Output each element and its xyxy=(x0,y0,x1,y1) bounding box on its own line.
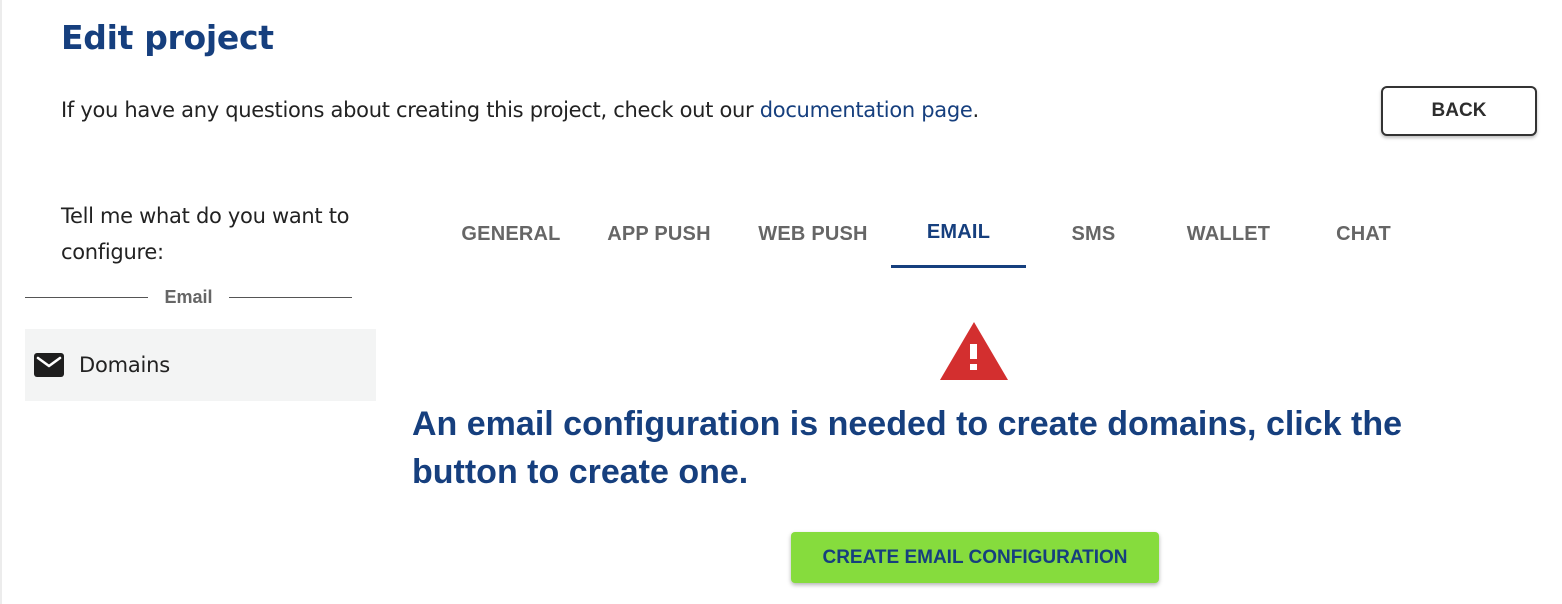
tab-chat[interactable]: CHAT xyxy=(1296,200,1431,268)
page-title: Edit project xyxy=(61,18,274,57)
sidebar-section-label: Email xyxy=(164,286,213,307)
warning-icon xyxy=(938,320,1010,382)
tab-sms[interactable]: SMS xyxy=(1026,200,1161,268)
tab-email[interactable]: EMAIL xyxy=(891,200,1026,268)
tab-general[interactable]: GENERAL xyxy=(440,200,582,268)
sidebar-item-label: Domains xyxy=(79,353,171,377)
documentation-link[interactable]: documentation page xyxy=(760,98,973,122)
intro-text-end: . xyxy=(972,98,980,122)
intro-text-body: If you have any questions about creating… xyxy=(61,98,760,122)
back-button[interactable]: BACK xyxy=(1381,86,1537,136)
divider-line-left xyxy=(25,296,149,298)
create-email-configuration-button[interactable]: CREATE EMAIL CONFIGURATION xyxy=(791,532,1159,583)
intro-text: If you have any questions about creating… xyxy=(61,98,979,122)
tab-app-push[interactable]: APP PUSH xyxy=(590,200,728,268)
tab-web-push[interactable]: WEB PUSH xyxy=(740,200,886,268)
email-config-required-message: An email configuration is needed to crea… xyxy=(412,405,1403,491)
tab-wallet[interactable]: WALLET xyxy=(1161,200,1296,268)
sidebar-item-domains[interactable]: Domains xyxy=(25,329,376,401)
mail-icon xyxy=(34,353,64,377)
page-left-border xyxy=(0,0,2,604)
sidebar-prompt: Tell me what do you want to configure: xyxy=(61,204,350,264)
sidebar-section-divider: Email xyxy=(25,284,352,310)
divider-line-right xyxy=(228,296,352,298)
